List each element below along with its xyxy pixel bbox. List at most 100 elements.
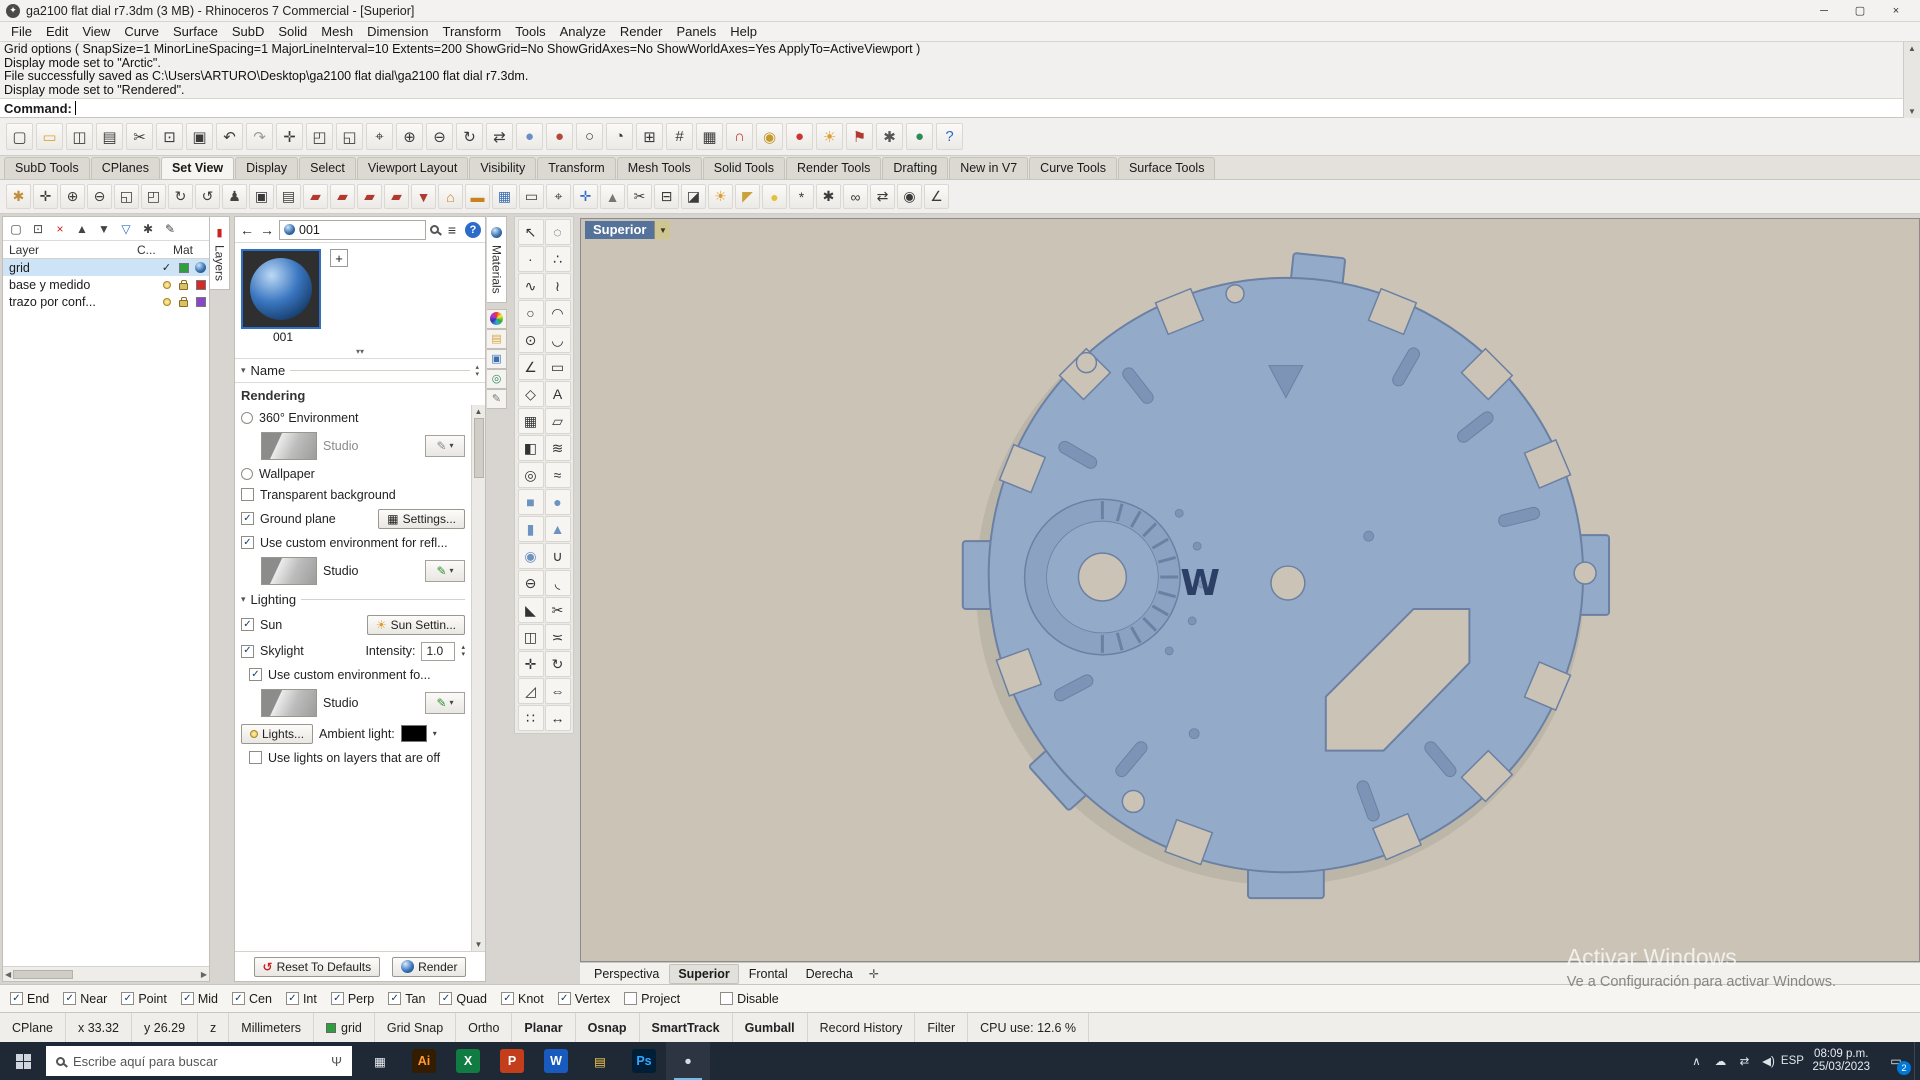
viewport-tab[interactable]: Superior [669, 963, 739, 984]
checkbox-icon[interactable]: ✓ [557, 992, 571, 1005]
status-bar-item[interactable]: Filter [915, 1013, 969, 1042]
environment-thumbnail[interactable] [261, 688, 317, 717]
layer-row[interactable]: grid ✓ [3, 259, 209, 276]
volume-icon[interactable]: ◀) [1756, 1054, 1780, 1068]
dimension-tool-icon[interactable]: ↔ [544, 705, 571, 731]
menu-item[interactable]: Analyze [553, 24, 613, 39]
status-bar-item[interactable]: Grid Snap [375, 1013, 457, 1042]
scroll-down-icon[interactable]: ▼ [475, 940, 483, 949]
microphone-icon[interactable]: Ψ [331, 1054, 342, 1069]
layers-horizontal-scrollbar[interactable]: ◀ ▶ [3, 966, 209, 981]
transparent-background-option[interactable]: Transparent background [235, 484, 471, 505]
action-center-button[interactable]: ▭ 2 [1878, 1042, 1914, 1080]
toolbar-tab[interactable]: SubD Tools [4, 157, 90, 179]
toolbar-tab[interactable]: Render Tools [785, 157, 882, 179]
toolbar-tab[interactable]: Viewport Layout [356, 157, 469, 179]
toolbar-tab[interactable]: Select [299, 157, 356, 179]
collapse-handle[interactable]: ▾▾ [235, 348, 485, 359]
zoom-region-icon[interactable]: ◱ [114, 184, 139, 209]
points-tool-icon[interactable]: ∴ [544, 246, 571, 272]
sweep-tool-icon[interactable]: ≈ [544, 462, 571, 488]
custom-reflection-option[interactable]: ✓ Use custom environment for refl... [235, 532, 471, 553]
cone-tool-icon[interactable]: ▲ [544, 516, 571, 542]
lock-view-icon[interactable]: ◉ [897, 184, 922, 209]
lights-off-layers-option[interactable]: Use lights on layers that are off [235, 747, 471, 768]
red-display-d-icon[interactable]: ▰ [384, 184, 409, 209]
conic-tool-icon[interactable]: ◡ [544, 327, 571, 353]
toolbar-tab[interactable]: Solid Tools [702, 157, 785, 179]
new-layer-icon[interactable]: ▢ [6, 219, 26, 239]
menu-item[interactable]: Help [723, 24, 764, 39]
name-section-header[interactable]: ▾ Name ▴ ▾ [235, 359, 485, 382]
status-bar-item[interactable]: Gumball [733, 1013, 808, 1042]
layer-name[interactable]: base y medido [9, 278, 141, 292]
viewport-tab[interactable]: Perspectiva [586, 965, 667, 983]
roll-camera-icon[interactable]: ↺ [195, 184, 220, 209]
chevron-down-icon[interactable]: ▾ [433, 729, 437, 738]
split-tool-icon[interactable]: ◫ [517, 624, 544, 650]
copy-icon[interactable]: ⊡ [156, 123, 183, 150]
osnap-checkbox-item[interactable]: ✓ End [10, 992, 49, 1006]
status-bar-item[interactable]: z [198, 1013, 230, 1042]
osnap-checkbox-item[interactable]: ✓ Point [121, 992, 167, 1006]
layer-lock-toggle[interactable] [175, 279, 192, 290]
layer-material-cell[interactable] [192, 262, 209, 273]
four-viewport-icon[interactable]: ⊞ [636, 123, 663, 150]
edit-environment-button[interactable]: ✎ ▾ [425, 559, 465, 582]
rotate-tool-icon[interactable]: ↻ [544, 651, 571, 677]
grid-icon[interactable]: ▦ [696, 123, 723, 150]
menu-item[interactable]: SubD [225, 24, 272, 39]
delete-layer-icon[interactable]: × [50, 219, 70, 239]
menu-item[interactable]: Edit [39, 24, 75, 39]
undo-icon[interactable]: ↶ [216, 123, 243, 150]
command-prompt[interactable]: Command: [0, 98, 1903, 118]
taskbar-search-input[interactable]: Escribe aquí para buscar Ψ [46, 1046, 352, 1076]
start-button[interactable] [0, 1042, 46, 1080]
checkbox-icon[interactable]: ✓ [241, 618, 254, 631]
toolbar-tab[interactable]: Drafting [882, 157, 949, 179]
shaded-display-icon[interactable]: ● [516, 123, 543, 150]
camera-icon[interactable]: ▣ [249, 184, 274, 209]
ellipse-tool-icon[interactable]: ⊙ [517, 327, 544, 353]
toolbar-tab[interactable]: Display [235, 157, 299, 179]
revolve-tool-icon[interactable]: ◎ [517, 462, 544, 488]
menu-item[interactable]: Transform [435, 24, 508, 39]
skylight-option[interactable]: ✓ Skylight Intensity: 1.0 ▴ ▾ [235, 638, 471, 664]
edit-environment-button[interactable]: ✎ ▾ [425, 691, 465, 714]
word-app[interactable]: W [534, 1042, 578, 1080]
status-bar-item[interactable]: SmartTrack [640, 1013, 733, 1042]
shadow-icon[interactable]: ◪ [681, 184, 706, 209]
edit-environment-button[interactable]: ✎ ▾ [425, 434, 465, 457]
settings-view-icon[interactable]: ✱ [816, 184, 841, 209]
paint-tab-icon[interactable]: ✎ [487, 388, 507, 409]
osnap-checkbox-item[interactable]: ✓ Cen [232, 992, 272, 1006]
checkbox-icon[interactable]: ✓ [10, 992, 23, 1005]
layer-row[interactable]: base y medido [3, 276, 209, 293]
add-material-button[interactable]: + [330, 249, 348, 267]
layer-lock-toggle[interactable] [175, 296, 192, 307]
polygon-tool-icon[interactable]: ◇ [517, 381, 544, 407]
new-file-icon[interactable]: ▢ [6, 123, 33, 150]
tray-expand-icon[interactable]: ∧ [1684, 1054, 1708, 1068]
pan-icon[interactable]: ✛ [276, 123, 303, 150]
checkbox-icon[interactable]: ✓ [180, 992, 194, 1005]
folder-tab-icon[interactable]: ▤ [487, 328, 507, 349]
menu-item[interactable]: File [4, 24, 39, 39]
toolbar-tab[interactable]: CPlanes [90, 157, 160, 179]
osnap-checkbox-item[interactable]: ✓ Vertex [557, 992, 610, 1006]
status-bar-item[interactable]: Record History [808, 1013, 916, 1042]
checkbox-icon[interactable]: ✓ [501, 992, 514, 1005]
toolbar-tab[interactable]: Surface Tools [1117, 157, 1216, 179]
zoom-target-icon[interactable]: ⌖ [366, 123, 393, 150]
osnap-checkbox-item[interactable]: ✓ Perp [330, 992, 374, 1006]
command-history[interactable]: Grid options ( SnapSize=1 MinorLineSpaci… [0, 42, 1903, 98]
truck-view-icon[interactable]: ▼ [411, 184, 436, 209]
cut-icon[interactable]: ✂ [126, 123, 153, 150]
current-layer-check[interactable]: ✓ [158, 261, 175, 274]
environment-thumbnail[interactable] [261, 556, 317, 585]
toolbar-tab[interactable]: Transform [537, 157, 616, 179]
fillet-tool-icon[interactable]: ◟ [544, 570, 571, 596]
checkbox-icon[interactable] [624, 992, 638, 1005]
zoom-out-icon[interactable]: ⊖ [426, 123, 453, 150]
viewport-title[interactable]: Superior [585, 221, 655, 239]
